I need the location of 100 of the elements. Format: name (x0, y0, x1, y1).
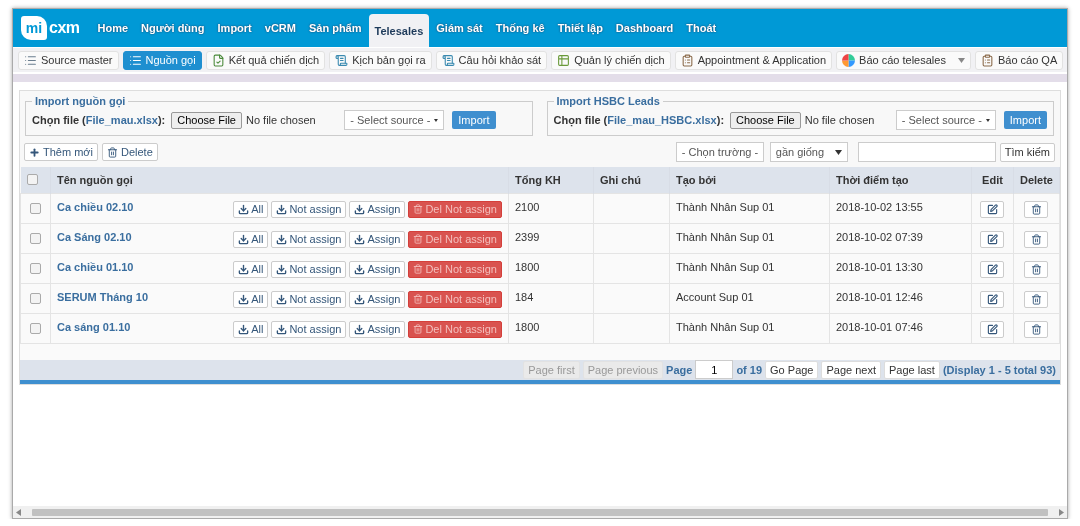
column-header: Thời điểm tạo (829, 167, 972, 193)
submenu-tab[interactable]: Báo cáo QA (974, 50, 1064, 70)
submenu-tab[interactable]: Appointment & Application (674, 50, 833, 70)
page-next-button[interactable]: Page next (821, 360, 882, 379)
edit-icon (986, 203, 998, 215)
delete-row-button[interactable] (1024, 230, 1049, 248)
edit-button[interactable] (980, 290, 1005, 308)
delete-row-button[interactable] (1024, 320, 1049, 338)
table-cell: 1800 (508, 313, 594, 343)
delete-row-button[interactable] (1024, 200, 1049, 218)
source-name[interactable]: Ca sáng 01.10 (57, 320, 131, 333)
search-button[interactable]: Tìm kiếm (999, 142, 1055, 162)
source-select[interactable]: - Select source - (895, 110, 996, 130)
edit-button[interactable] (980, 230, 1005, 248)
row-checkbox[interactable] (30, 232, 41, 244)
template-link[interactable]: File_mau_HSBC.xlsx (607, 114, 717, 126)
file-status: No file chosen (245, 114, 316, 126)
horizontal-scrollbar[interactable] (13, 506, 1067, 518)
page-label: Page (666, 363, 693, 376)
column-header: Delete (1013, 167, 1060, 193)
scroll-icon (441, 53, 455, 67)
submenu-tab[interactable]: Báo cáo telesales (836, 50, 971, 70)
caret-icon (16, 508, 21, 516)
trash-icon (107, 146, 118, 158)
choose-file-button[interactable]: Choose File (730, 111, 801, 129)
page-field[interactable]: 1 (695, 360, 734, 379)
download-button[interactable]: All (233, 320, 269, 338)
table-cell: 2399 (508, 223, 594, 253)
delete-button[interactable]: Delete (102, 143, 158, 161)
logo-mark: mi (21, 16, 47, 40)
download-button[interactable]: Not assign (271, 200, 347, 218)
download-button[interactable]: Assign (349, 230, 406, 248)
list-icon (24, 53, 37, 67)
row-checkbox[interactable] (30, 292, 41, 304)
trash-icon (413, 234, 424, 244)
delete-row-button[interactable] (1024, 260, 1049, 278)
choose-file-button[interactable]: Choose File (171, 111, 242, 129)
edit-icon (986, 233, 998, 245)
download-button[interactable]: Assign (349, 290, 406, 308)
column-header: Tổng KH (508, 167, 594, 193)
table-cell: 184 (508, 283, 594, 313)
download-button[interactable]: Not assign (271, 320, 347, 338)
go-page-button[interactable]: Go Page (765, 360, 819, 379)
source-name[interactable]: Ca Sáng 02.10 (57, 230, 132, 243)
delete-row-button[interactable] (1024, 290, 1049, 308)
select-all-checkbox[interactable] (26, 174, 38, 186)
match-select[interactable]: gần giống (769, 142, 848, 162)
menu-item[interactable]: Telesales (368, 14, 430, 47)
submenu-tab[interactable]: Nguồn gọi (122, 50, 202, 70)
submenu-tab[interactable]: Source master (18, 50, 119, 70)
download-button[interactable]: All (233, 200, 269, 218)
submenu-tab[interactable]: Kịch bản gọi ra (329, 50, 432, 70)
download-icon (276, 233, 288, 245)
plus-icon (29, 146, 40, 158)
download-icon (238, 233, 250, 245)
edit-icon (986, 263, 998, 275)
row-checkbox[interactable] (30, 202, 41, 214)
page-last-button[interactable]: Page last (884, 360, 940, 379)
column-header: Tạo bởi (669, 167, 830, 193)
trash-icon (1031, 263, 1042, 275)
row-checkbox[interactable] (30, 262, 41, 274)
clipboard-icon (980, 53, 994, 67)
download-button[interactable]: Assign (349, 320, 406, 338)
source-name[interactable]: Ca chiều 02.10 (57, 200, 134, 213)
download-button[interactable]: All (233, 260, 269, 278)
clipboard-icon (680, 53, 694, 67)
download-icon (354, 203, 366, 215)
edit-button[interactable] (980, 320, 1005, 338)
logo-text: cxm (49, 19, 80, 37)
download-button[interactable]: Not assign (271, 290, 347, 308)
file-label: Chọn file (File_mau.xlsx): (32, 114, 166, 126)
download-button[interactable]: Not assign (271, 260, 347, 278)
download-icon (238, 323, 250, 335)
download-icon (276, 293, 288, 305)
download-button[interactable]: Assign (349, 260, 406, 278)
source-name[interactable]: SERUM Tháng 10 (57, 290, 149, 303)
submenu-tab[interactable]: Kết quả chiến dịch (205, 50, 326, 70)
download-button[interactable]: All (233, 230, 269, 248)
field-select[interactable]: - Chọn trường - (675, 142, 764, 162)
template-link[interactable]: File_mau.xlsx (85, 114, 158, 126)
edit-button[interactable] (980, 260, 1005, 278)
trash-icon (1031, 323, 1042, 335)
submenu-tab[interactable]: Câu hỏi khảo sát (435, 50, 548, 70)
source-select[interactable]: - Select source - (344, 110, 445, 130)
table-cell: 2018-10-01 13:30 (829, 253, 972, 283)
download-button[interactable]: All (233, 290, 269, 308)
table-cell: Thành Nhân Sup 01 (669, 193, 830, 223)
table-cell: Thành Nhân Sup 01 (669, 313, 830, 343)
search-field[interactable] (857, 142, 996, 162)
file-status: No file chosen (804, 114, 875, 126)
source-name[interactable]: Ca chiều 01.10 (57, 260, 134, 273)
submenu-tab[interactable]: Quản lý chiến dịch (551, 50, 671, 70)
list-icon (128, 53, 142, 67)
scroll-icon (335, 53, 349, 67)
fieldset-legend: Import nguồn gọi (32, 95, 129, 107)
row-checkbox[interactable] (30, 322, 41, 334)
edit-button[interactable] (980, 200, 1005, 218)
download-button[interactable]: Assign (349, 200, 406, 218)
download-button[interactable]: Not assign (271, 230, 347, 248)
add-button[interactable]: Thêm mới (24, 143, 98, 161)
